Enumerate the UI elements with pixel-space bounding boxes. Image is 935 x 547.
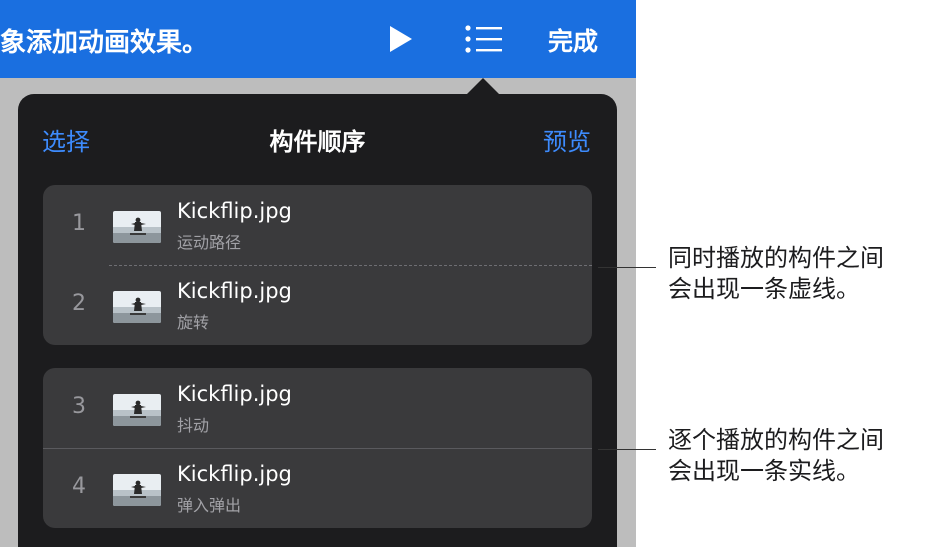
build-object-name: Kickflip.jpg — [177, 382, 292, 406]
play-icon[interactable] — [388, 24, 414, 54]
build-group-simultaneous: 1 Kickflip.jpg 运动路径 2 Kickflip.jpg 旋转 — [43, 185, 592, 345]
callout-dashed-line: 同时播放的构件之间 会出现一条虚线。 — [668, 243, 884, 305]
callout-text-line: 逐个播放的构件之间 — [668, 426, 884, 454]
callout-text-line: 会出现一条实线。 — [668, 457, 860, 485]
image-thumbnail — [113, 211, 161, 243]
build-effect: 弹入弹出 — [177, 496, 242, 515]
popover-header: 选择 构件顺序 预览 — [18, 94, 617, 174]
build-order-popover: 选择 构件顺序 预览 1 Kickflip.jpg 运动路径 2 Kickfli… — [18, 94, 617, 547]
preview-button[interactable]: 预览 — [543, 122, 591, 157]
build-effect: 抖动 — [177, 416, 210, 435]
done-button[interactable]: 完成 — [548, 22, 598, 58]
image-thumbnail — [113, 291, 161, 323]
build-row[interactable]: 4 Kickflip.jpg 弹入弹出 — [43, 448, 592, 528]
build-effect: 旋转 — [177, 313, 210, 332]
build-row[interactable]: 1 Kickflip.jpg 运动路径 — [43, 185, 592, 265]
toolbar-title: 象添加动画效果。 — [0, 28, 209, 58]
build-row[interactable]: 3 Kickflip.jpg 抖动 — [43, 368, 592, 448]
callout-leader-line — [598, 449, 656, 450]
build-row[interactable]: 2 Kickflip.jpg 旋转 — [43, 265, 592, 345]
image-thumbnail — [113, 474, 161, 506]
build-object-name: Kickflip.jpg — [177, 199, 292, 223]
list-icon[interactable] — [464, 24, 502, 54]
build-group-sequential: 3 Kickflip.jpg 抖动 4 Kickflip.jpg 弹入弹出 — [43, 368, 592, 528]
image-thumbnail — [113, 394, 161, 426]
build-number: 4 — [72, 474, 86, 499]
callout-text-line: 同时播放的构件之间 — [668, 244, 884, 272]
build-object-name: Kickflip.jpg — [177, 279, 292, 303]
build-number: 2 — [72, 291, 86, 316]
popover-title: 构件顺序 — [269, 128, 366, 156]
build-number: 1 — [72, 211, 86, 236]
build-number: 3 — [72, 394, 86, 419]
callout-leader-line — [598, 267, 656, 268]
top-toolbar: 象添加动画效果。 完成 — [0, 0, 636, 78]
callout-text-line: 会出现一条虚线。 — [668, 275, 860, 303]
build-object-name: Kickflip.jpg — [177, 462, 292, 486]
callout-solid-line: 逐个播放的构件之间 会出现一条实线。 — [668, 425, 884, 487]
build-effect: 运动路径 — [177, 233, 242, 252]
